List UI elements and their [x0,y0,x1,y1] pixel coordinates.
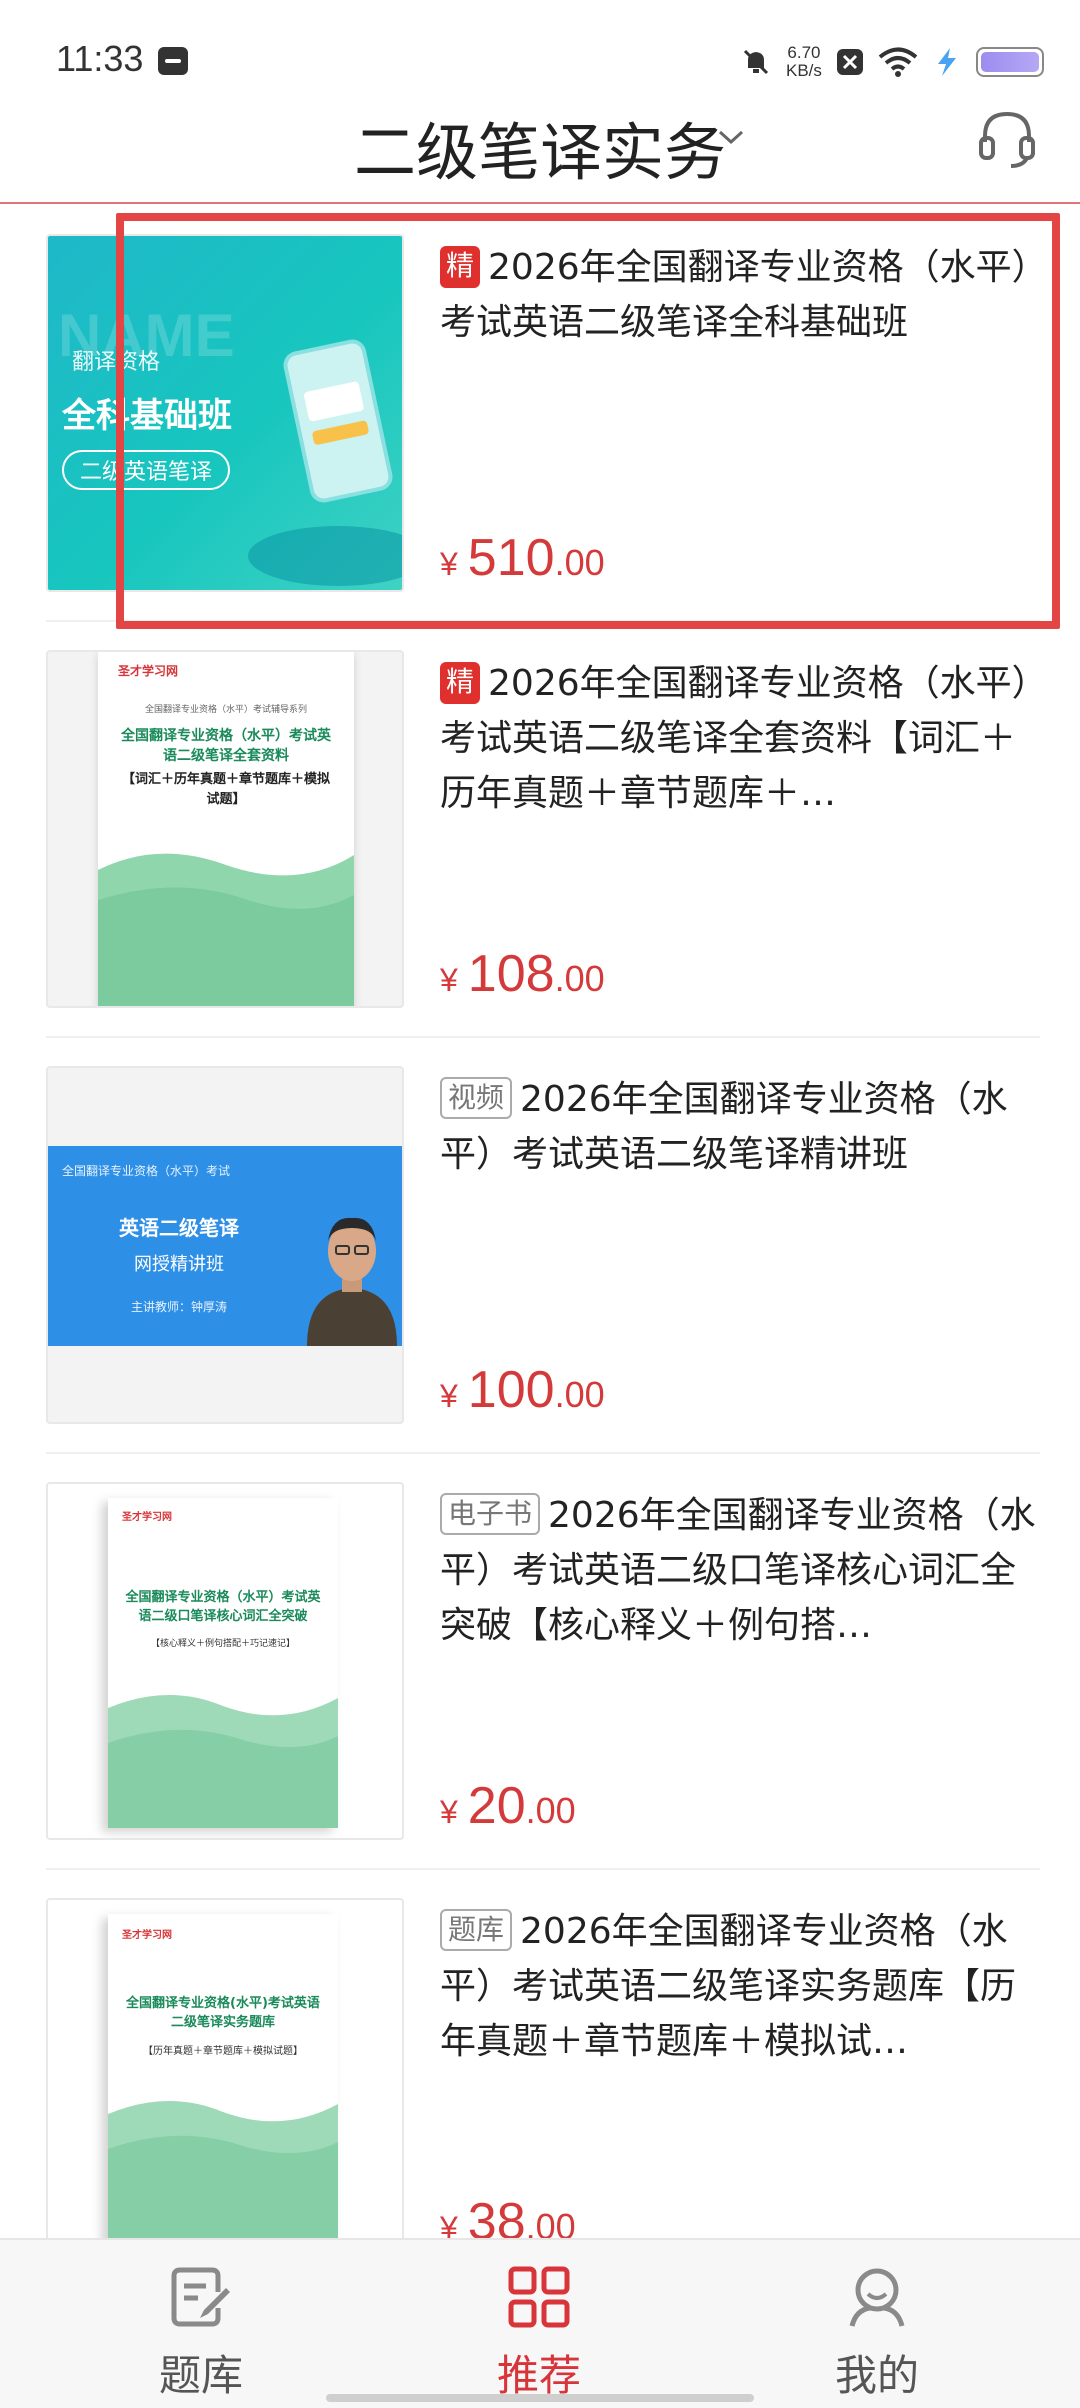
product-price: ¥38.00 [440,2192,576,2238]
product-title-text: 2026年全国翻译专业资格（水平）考试英语二级笔译全套资料【词汇＋历年真题＋章节… [440,663,1030,814]
page-title[interactable]: 二级笔译实务 [0,102,1080,192]
price-integer: 20 [467,1777,526,1835]
product-badge: 题库 [440,1909,513,1951]
product-info: 精 2026年全国翻译专业资格（水平）考试英语二级笔译全套资料【词汇＋历年真题＋章… [440,656,1040,1006]
status-icons: 6.70 KB/s [740,40,1044,84]
thumb-sub: 网授精讲班 [134,1254,224,1275]
price-currency: ¥ [440,1794,458,1830]
nav-item-profile[interactable]: 我的 [777,2264,977,2403]
product-info: 视频 2026年全国翻译专业资格（水平）考试英语二级笔译精讲班 ¥100.00 [440,1072,1040,1422]
header-divider [0,202,1080,204]
product-item[interactable]: 圣才学习网 全国翻译专业资格（水平）考试英语二级口笔译核心词汇全突破 【核心释义… [0,1454,1080,1870]
thumb-teacher: 主讲教师：钟厚涛 [130,1300,227,1314]
product-info: 题库 2026年全国翻译专业资格（水平）考试英语二级笔译实务题库【历年真题＋章节题… [440,1904,1040,2238]
title-bar: 二级笔译实务 [0,90,1080,202]
headset-icon[interactable] [975,106,1039,170]
thumb-heading: 英语二级笔译 [119,1216,239,1240]
bottom-nav: 题库 推荐 我的 [0,2238,1080,2408]
message-icon [158,47,188,75]
question-bank-icon [171,2267,230,2327]
thumb-series: 全国翻译专业资格（水平）考试辅导系列 [144,705,307,715]
status-bar: 11:33 6.70 KB/s [0,0,1080,90]
nav-label: 题库 [158,2351,243,2400]
price-currency: ¥ [440,962,458,998]
net-speed-value: 6.70 [787,43,821,62]
price-decimal: .00 [554,958,605,999]
wifi-icon [878,47,918,77]
nav-item-recommend[interactable]: 推荐 [439,2264,639,2403]
price-decimal: .00 [554,1374,605,1415]
product-title-text: 2026年全国翻译专业资格（水平）考试英语二级笔译实务题库【历年真题＋章节题库＋… [440,1911,1017,2062]
profile-icon [849,2268,905,2327]
grid-icon [508,2266,570,2328]
net-speed: 6.70 KB/s [786,44,822,80]
thumb-brand: 圣才学习网 [122,1512,172,1523]
price-decimal: .00 [525,1790,576,1831]
product-title: 题库 2026年全国翻译专业资格（水平）考试英语二级笔译实务题库【历年真题＋章节题… [440,1904,1040,2069]
product-item[interactable]: 圣才学习网 全国翻译专业资格（水平）考试辅导系列 全国翻译专业资格（水平）考试英… [0,622,1080,1038]
chevron-down-icon[interactable] [716,122,746,152]
product-price: ¥108.00 [440,944,605,1004]
product-badge: 电子书 [440,1493,541,1535]
price-currency: ¥ [440,2210,458,2238]
product-thumbnail: 全国翻译专业资格（水平）考试 英语二级笔译 网授精讲班 主讲教师：钟厚涛 [46,1066,404,1424]
nav-item-question-bank[interactable]: 题库 [101,2264,301,2403]
home-indicator[interactable] [326,2394,754,2402]
price-integer: 100 [467,1361,555,1419]
thumb-brand: 圣才学习网 [122,1930,172,1941]
product-title: 精 2026年全国翻译专业资格（水平）考试英语二级笔译全套资料【词汇＋历年真题＋章… [440,656,1040,821]
charging-icon [937,48,956,76]
highlight-box [116,213,1060,629]
price-integer: 108 [467,945,555,1003]
product-item[interactable]: 圣才学习网 全国翻译专业资格(水平)考试英语二级笔译实务题库 【历年真题＋章节题… [0,1870,1080,2238]
thumb-sub: 【核心释义＋例句搭配＋巧记速记】 [150,1639,295,1649]
teacher-photo [307,1217,397,1346]
product-thumbnail: 圣才学习网 全国翻译专业资格(水平)考试英语二级笔译实务题库 【历年真题＋章节题… [46,1898,404,2238]
thumb-heading: 全国翻译专业资格(水平)考试英语二级笔译实务题库 [126,1996,320,2030]
thumb-top: 全国翻译专业资格（水平）考试 [62,1164,231,1178]
product-title-text: 2026年全国翻译专业资格（水平）考试英语二级笔译精讲班 [440,1079,1008,1175]
product-badge: 视频 [440,1077,513,1119]
status-time: 11:33 [56,38,144,79]
net-speed-unit: KB/s [786,61,822,80]
product-info: 电子书 2026年全国翻译专业资格（水平）考试英语二级口笔译核心词汇全突破【核心释… [440,1488,1040,1838]
product-thumbnail: 圣才学习网 全国翻译专业资格（水平）考试辅导系列 全国翻译专业资格（水平）考试英… [46,650,404,1008]
nav-label: 我的 [834,2351,919,2400]
battery-icon [975,47,1044,77]
product-price: ¥100.00 [440,1360,605,1420]
thumb-sub: 【历年真题＋章节题库＋模拟试题】 [143,2046,303,2057]
product-title: 视频 2026年全国翻译专业资格（水平）考试英语二级笔译精讲班 [440,1072,1040,1237]
thumb-heading: 全国翻译专业资格（水平）考试英语二级笔译全套资料 [121,728,331,764]
product-price: ¥20.00 [440,1776,576,1836]
product-title: 电子书 2026年全国翻译专业资格（水平）考试英语二级口笔译核心词汇全突破【核心释… [440,1488,1040,1653]
product-thumbnail: 圣才学习网 全国翻译专业资格（水平）考试英语二级口笔译核心词汇全突破 【核心释义… [46,1482,404,1840]
mute-icon [743,49,769,75]
product-badge: 精 [440,662,481,704]
thumb-brand: 圣才学习网 [118,664,179,678]
price-currency: ¥ [440,1378,458,1414]
close-box-icon [836,49,863,75]
thumb-sub: 【词汇＋历年真题＋章节题库＋模拟试题】 [121,772,330,807]
product-item[interactable]: 全国翻译专业资格（水平）考试 英语二级笔译 网授精讲班 主讲教师：钟厚涛 视频 2… [0,1038,1080,1454]
thumb-heading: 全国翻译专业资格（水平）考试英语二级口笔译核心词汇全突破 [125,1590,321,1624]
price-integer: 38 [467,2193,526,2238]
price-decimal: .00 [525,2206,576,2238]
